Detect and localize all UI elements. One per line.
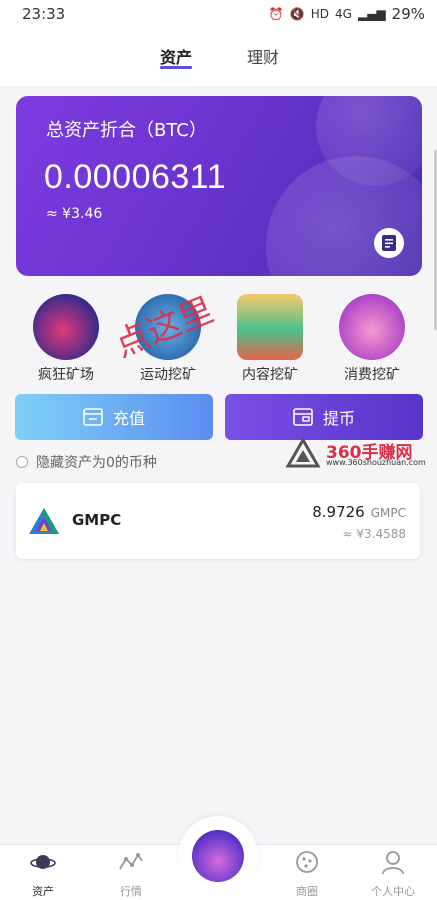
feature-label: 内容挖矿 <box>242 367 298 383</box>
nav-business[interactable]: 商圈 <box>272 849 342 899</box>
withdraw-button[interactable]: 提币 <box>225 394 423 440</box>
coin-unit: GMPC <box>370 506 406 520</box>
record-button[interactable] <box>374 228 404 258</box>
total-assets-fiat: ≈ ¥3.46 <box>46 206 103 222</box>
astronaut-planet-icon <box>33 294 99 360</box>
network-label: 4G <box>335 7 352 21</box>
watermark-url: www.360shouzhuan.com <box>326 458 426 467</box>
battery-percent: 29% <box>391 5 425 23</box>
mute-icon: 🔇 <box>289 7 305 21</box>
alarm-icon: ⏰ <box>268 7 284 21</box>
deposit-icon <box>83 408 103 426</box>
coin-name: GMPC <box>72 511 122 529</box>
site-watermark: 360手赚网 www.360shouzhuan.com <box>286 436 434 472</box>
feature-label: 消费挖矿 <box>344 367 400 383</box>
nav-center-mine[interactable] <box>178 816 258 896</box>
nav-label: 商圈 <box>296 885 318 898</box>
status-icons: ⏰ 🔇 HD 4G ▂▄▆ 29% <box>269 5 425 23</box>
status-time: 23:33 <box>22 5 66 23</box>
total-assets-value: 0.00006311 <box>44 158 227 196</box>
coin-fiat-value: ≈ ¥3.4588 <box>342 527 407 541</box>
feature-label: 疯狂矿场 <box>38 367 94 383</box>
status-bar: 23:33 ⏰ 🔇 HD 4G ▂▄▆ 29% <box>0 0 437 28</box>
planet-icon <box>30 855 56 869</box>
coin-balance: 8.9726 GMPC <box>312 503 406 521</box>
coin-amount: 8.9726 <box>312 503 365 521</box>
nav-profile[interactable]: 个人中心 <box>358 849 428 899</box>
coin-list-item[interactable]: GMPC 8.9726 GMPC ≈ ¥3.4588 <box>16 483 420 559</box>
nav-label: 资产 <box>32 885 54 898</box>
nav-assets[interactable]: 资产 <box>8 849 78 899</box>
person-icon <box>382 851 404 875</box>
shopping-icon <box>339 294 405 360</box>
chart-line-icon <box>119 853 143 870</box>
watermark-logo-icon <box>286 438 320 468</box>
hide-zero-toggle[interactable]: 隐藏资产为0的币种 <box>16 452 157 472</box>
feature-consumption-mining[interactable]: 消费挖矿 <box>322 290 422 390</box>
asset-summary-card: 总资产折合（BTC） 0.00006311 ≈ ¥3.46 <box>16 96 422 276</box>
feature-content-mining[interactable]: 内容挖矿 <box>220 290 320 390</box>
books-icon <box>237 294 303 360</box>
total-assets-title: 总资产折合（BTC） <box>46 120 207 141</box>
cookie-icon <box>296 851 318 873</box>
deposit-label: 充值 <box>112 409 145 428</box>
document-icon <box>382 235 396 251</box>
tab-finance[interactable]: 理财 <box>247 44 279 68</box>
nav-label: 个人中心 <box>371 885 415 898</box>
withdraw-label: 提币 <box>322 409 355 428</box>
deposit-button[interactable]: 充值 <box>15 394 213 440</box>
hide-zero-label: 隐藏资产为0的币种 <box>36 455 157 471</box>
hide-zero-checkbox[interactable] <box>16 456 28 468</box>
tab-indicator <box>160 66 192 69</box>
feature-label: 运动挖矿 <box>140 367 196 383</box>
top-tabs: 资产 理财 <box>0 28 437 86</box>
hd-label: HD <box>310 7 330 21</box>
signal-icon: ▂▄▆ <box>357 7 386 21</box>
nav-market[interactable]: 行情 <box>96 849 166 899</box>
gmpc-logo-icon <box>29 508 59 534</box>
mining-features: 疯狂矿场 运动挖矿 内容挖矿 消费挖矿 <box>0 290 437 390</box>
crystal-gem-icon <box>192 830 244 882</box>
nav-label: 行情 <box>120 885 142 898</box>
feature-crazy-mine[interactable]: 疯狂矿场 <box>16 290 116 390</box>
tab-assets[interactable]: 资产 <box>160 44 192 68</box>
withdraw-icon <box>293 408 313 426</box>
